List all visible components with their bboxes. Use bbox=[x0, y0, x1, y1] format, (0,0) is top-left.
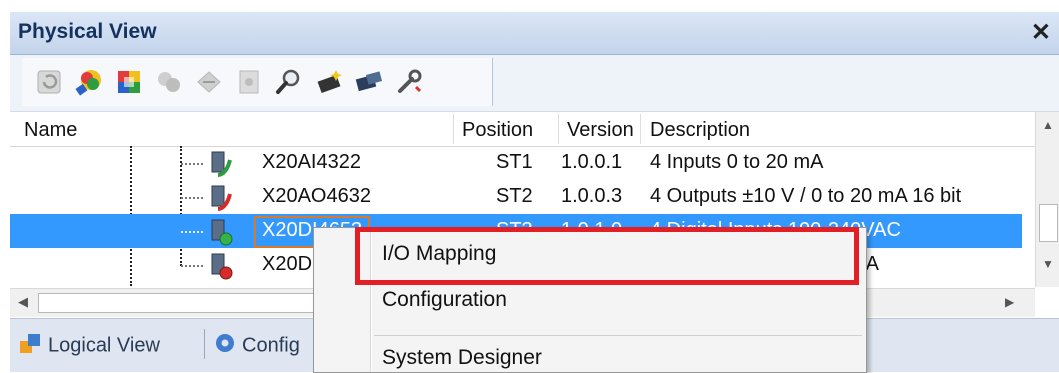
column-divider[interactable] bbox=[453, 114, 454, 144]
color-globe-icon[interactable] bbox=[72, 66, 106, 98]
digital-output-module-icon bbox=[208, 252, 234, 280]
tree-connector bbox=[181, 197, 203, 199]
table-row[interactable]: X20AI4322 ST1 1.0.0.1 4 Inputs 0 to 20 m… bbox=[10, 146, 1022, 180]
column-divider[interactable] bbox=[558, 114, 559, 144]
scroll-right-icon[interactable]: ▶ bbox=[1005, 295, 1014, 309]
tab-label: Config bbox=[242, 334, 300, 357]
horizontal-scroll-thumb[interactable] bbox=[38, 293, 320, 313]
module-position: ST1 bbox=[496, 151, 533, 173]
tab-label: Logical View bbox=[48, 334, 160, 357]
module-name: X20AO4632 bbox=[262, 185, 371, 207]
tree-connector bbox=[181, 265, 203, 267]
tab-configuration-view[interactable]: Config bbox=[212, 331, 300, 361]
analog-output-module-icon bbox=[208, 184, 234, 212]
column-header-position[interactable]: Position bbox=[462, 119, 533, 142]
scroll-up-icon[interactable]: ▲ bbox=[1042, 118, 1054, 132]
module-description: 4 Inputs 0 to 20 mA bbox=[650, 151, 824, 173]
panel-title-bar: Physical View ✕ bbox=[10, 12, 1059, 55]
column-header-name[interactable]: Name bbox=[24, 119, 77, 142]
module-version: 1.0.0.3 bbox=[561, 185, 623, 207]
hardware-add-icon[interactable] bbox=[312, 66, 346, 98]
menu-separator bbox=[374, 335, 862, 336]
menu-item-configuration[interactable]: Configuration bbox=[382, 288, 507, 312]
toolbar-strip bbox=[22, 58, 493, 106]
wrench-icon[interactable] bbox=[392, 66, 426, 98]
digital-input-module-icon bbox=[208, 218, 234, 246]
network-icon[interactable] bbox=[352, 66, 386, 98]
tree-connector bbox=[181, 231, 203, 233]
vertical-scroll-thumb[interactable] bbox=[1039, 204, 1058, 242]
module-disabled-icon[interactable] bbox=[152, 66, 186, 98]
module-description: 4 Outputs ±10 V / 0 to 20 mA 16 bit bbox=[650, 185, 962, 207]
menu-item-system-designer[interactable]: System Designer bbox=[382, 346, 542, 370]
arrow-disabled-icon[interactable] bbox=[192, 66, 226, 98]
tab-logical-view[interactable]: Logical View bbox=[18, 331, 160, 361]
module-name: X20AI4322 bbox=[262, 151, 361, 173]
close-icon[interactable]: ✕ bbox=[1031, 18, 1051, 47]
page-disabled-icon[interactable] bbox=[232, 66, 266, 98]
module-position: ST2 bbox=[496, 185, 533, 207]
tree-connector bbox=[181, 163, 203, 165]
tab-divider bbox=[204, 329, 205, 359]
module-version: 1.0.0.1 bbox=[561, 151, 623, 173]
analog-input-module-icon bbox=[208, 150, 234, 178]
scroll-left-icon[interactable]: ◀ bbox=[18, 294, 28, 310]
panel-title: Physical View bbox=[18, 20, 157, 43]
refresh-icon[interactable] bbox=[32, 66, 66, 98]
table-row[interactable]: X20AO4632 ST2 1.0.0.3 4 Outputs ±10 V / … bbox=[10, 180, 1022, 214]
configuration-view-icon bbox=[212, 331, 238, 361]
search-magnifier-icon[interactable] bbox=[272, 66, 306, 98]
vertical-scrollbar[interactable]: ▲ ▼ bbox=[1035, 112, 1059, 287]
scroll-down-icon[interactable]: ▼ bbox=[1042, 257, 1054, 271]
column-header-description[interactable]: Description bbox=[650, 119, 750, 142]
grid-header: Name Position Version Description bbox=[10, 112, 1035, 147]
module-name: X20D bbox=[262, 253, 313, 275]
column-divider[interactable] bbox=[640, 114, 641, 144]
annotation-highlight-box bbox=[355, 227, 859, 285]
logical-view-icon bbox=[18, 331, 44, 361]
palette-icon[interactable] bbox=[112, 66, 146, 98]
column-header-version[interactable]: Version bbox=[567, 119, 634, 142]
toolbar bbox=[10, 55, 1059, 112]
